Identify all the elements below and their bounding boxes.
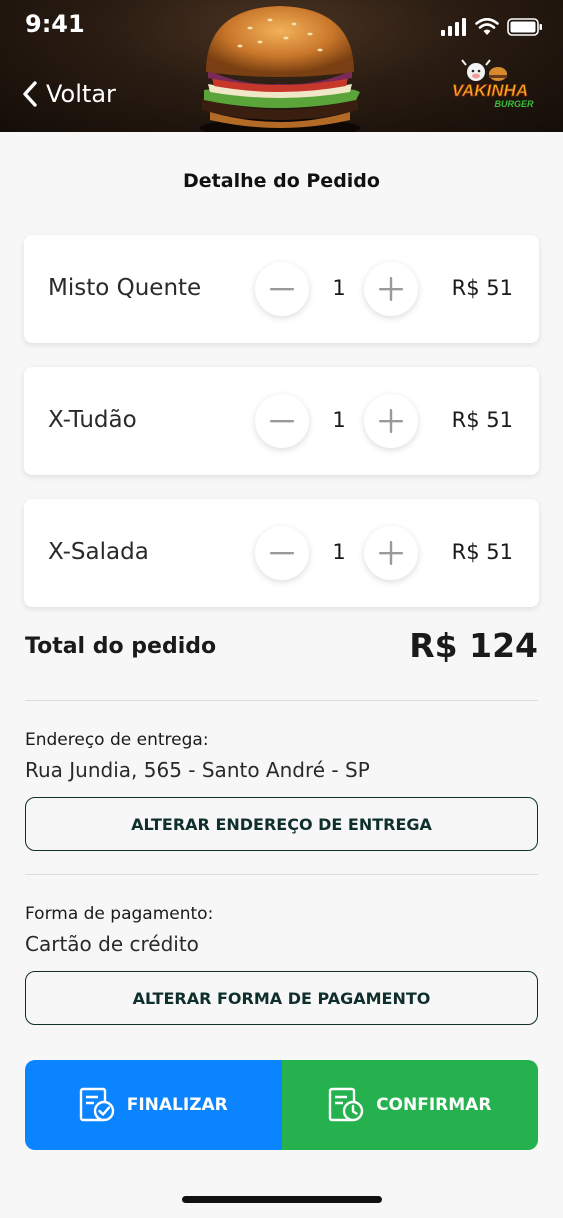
plus-icon [379, 409, 403, 433]
plus-icon [379, 277, 403, 301]
increase-quantity-button[interactable] [364, 526, 418, 580]
order-item-card: Misto Quente 1 R$ 51 [24, 235, 539, 343]
wifi-icon [475, 18, 499, 35]
decrease-quantity-button[interactable] [255, 262, 309, 316]
minus-icon [270, 552, 294, 555]
item-name: Misto Quente [48, 275, 202, 301]
burger-photo [200, 6, 360, 132]
divider [25, 874, 538, 875]
increase-quantity-button[interactable] [364, 394, 418, 448]
total-label: Total do pedido [25, 634, 217, 659]
item-price: R$ 51 [451, 276, 513, 300]
minus-icon [270, 288, 294, 291]
decrease-quantity-button[interactable] [255, 526, 309, 580]
page-title: Detalhe do Pedido [183, 170, 380, 192]
item-price: R$ 51 [451, 408, 513, 432]
item-quantity: 1 [332, 276, 346, 300]
status-icons [441, 18, 543, 36]
item-name: X-Tudão [48, 407, 137, 433]
item-quantity: 1 [332, 408, 346, 432]
header-banner: 9:41 Voltar VAKINHA BURGER [0, 0, 563, 132]
change-address-button[interactable]: ALTERAR ENDEREÇO DE ENTREGA [25, 797, 538, 851]
confirm-label: CONFIRMAR [376, 1095, 492, 1115]
payment-value: Cartão de crédito [25, 932, 199, 956]
svg-text:VAKINHA: VAKINHA [452, 81, 528, 100]
home-indicator [182, 1196, 382, 1203]
confirm-button[interactable]: CONFIRMAR [281, 1060, 538, 1150]
item-price: R$ 51 [451, 540, 513, 564]
order-item-card: X-Salada 1 R$ 51 [24, 499, 539, 607]
order-item-card: X-Tudão 1 R$ 51 [24, 367, 539, 475]
back-button[interactable]: Voltar [22, 80, 116, 108]
chevron-left-icon [23, 81, 37, 107]
battery-icon [507, 18, 542, 36]
address-label: Endereço de entrega: [25, 730, 209, 750]
change-payment-button[interactable]: ALTERAR FORMA DE PAGAMENTO [25, 971, 538, 1025]
item-name: X-Salada [48, 539, 149, 565]
document-check-icon [79, 1087, 114, 1122]
finalize-label: FINALIZAR [126, 1095, 228, 1115]
minus-icon [270, 420, 294, 423]
vakinha-burger-logo: VAKINHA BURGER [452, 59, 534, 109]
decrease-quantity-button[interactable] [255, 394, 309, 448]
action-bar: FINALIZAR CONFIRMAR [25, 1060, 538, 1150]
address-value: Rua Jundia, 565 - Santo André - SP [25, 758, 370, 782]
document-clock-icon [328, 1087, 364, 1122]
increase-quantity-button[interactable] [364, 262, 418, 316]
plus-icon [379, 541, 403, 565]
payment-label: Forma de pagamento: [25, 904, 214, 924]
signal-icon [441, 18, 466, 36]
total-value: R$ 124 [409, 626, 538, 665]
status-time: 9:41 [25, 10, 85, 38]
finalize-button[interactable]: FINALIZAR [25, 1060, 282, 1150]
item-quantity: 1 [332, 540, 346, 564]
back-label: Voltar [46, 80, 116, 108]
divider [25, 700, 538, 701]
svg-text:BURGER: BURGER [494, 99, 534, 109]
